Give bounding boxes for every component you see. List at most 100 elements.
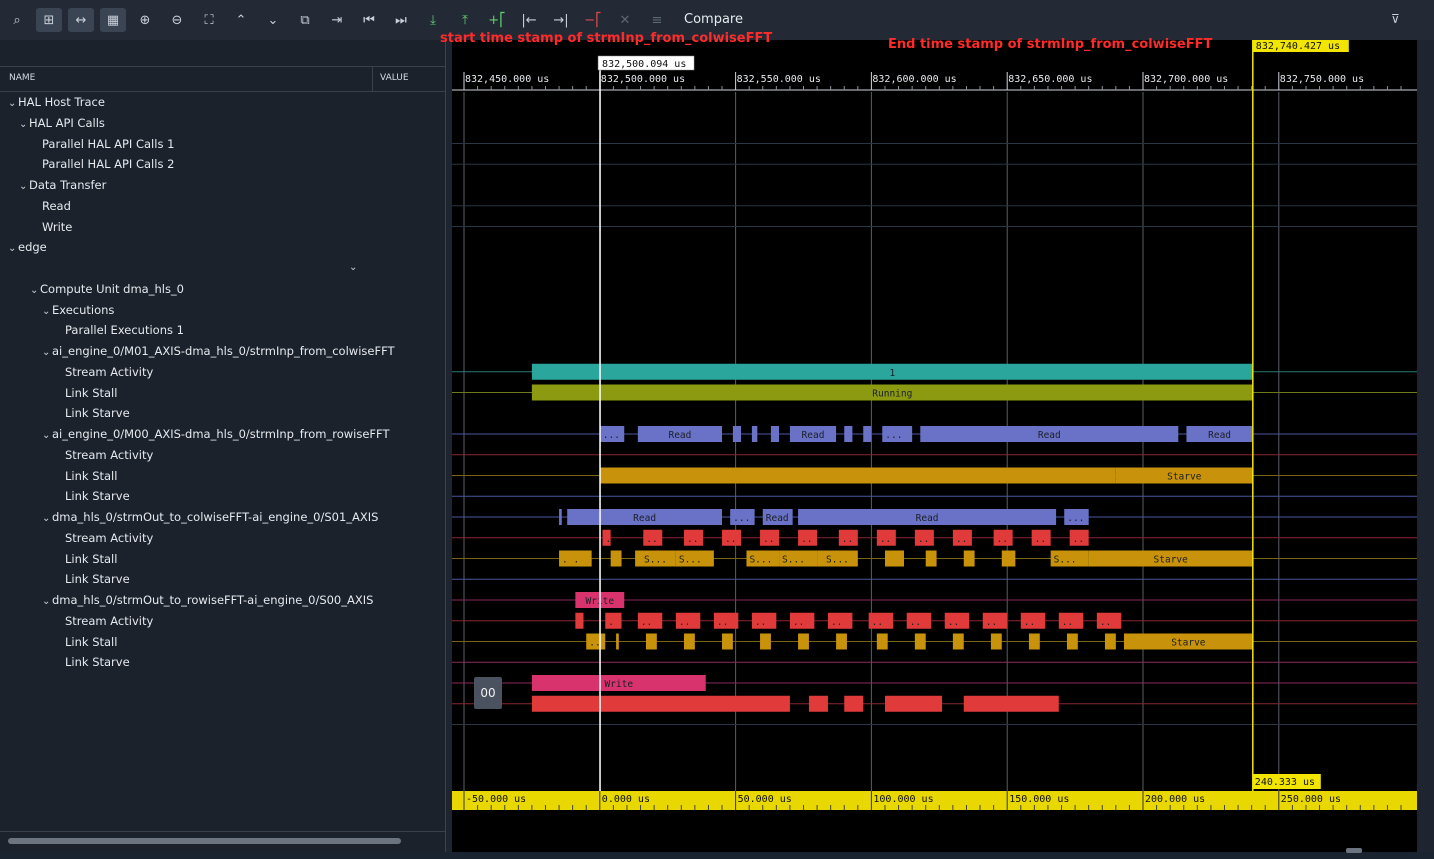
overlay-badge[interactable]: 00 — [474, 677, 502, 709]
tree-row[interactable]: Link Starve — [65, 569, 130, 589]
tree-row[interactable]: Stream Activity — [65, 445, 153, 465]
tree-row[interactable]: Stream Activity — [65, 362, 153, 382]
marker-set-icon[interactable]: ⇥ — [324, 8, 350, 32]
chevron-down-icon[interactable]: ⌄ — [19, 115, 29, 135]
trace-segment[interactable] — [575, 612, 584, 629]
tree-row[interactable]: Parallel HAL API Calls 2 — [42, 154, 174, 174]
chevron-down-icon[interactable]: ⌄ — [42, 509, 52, 529]
trace-segment[interactable] — [722, 633, 733, 650]
marker-prev-icon[interactable]: ⤓ — [420, 8, 446, 32]
value-column-header[interactable]: VALUE — [380, 73, 409, 83]
trace-segment[interactable] — [990, 633, 1002, 650]
waveform-canvas[interactable]: 832,450.000 us 832,500.000 us 832,550.000 … — [452, 40, 1417, 852]
search-icon[interactable]: ⌕ — [4, 8, 30, 32]
waveform-panel[interactable]: 832,450.000 us 832,500.000 us 832,550.000 … — [452, 40, 1417, 852]
trace-segment[interactable] — [610, 550, 622, 567]
grid-icon[interactable]: ▦ — [100, 8, 126, 32]
zoom-fit-icon[interactable]: ⛶ — [196, 8, 222, 32]
trace-segment[interactable] — [1001, 550, 1016, 567]
trace-segment[interactable] — [751, 426, 758, 442]
marker-right-icon[interactable]: →| — [548, 8, 574, 32]
tree-row[interactable]: Link Starve — [65, 403, 130, 423]
tree-row[interactable]: Link Starve — [65, 652, 130, 672]
trace-segment[interactable] — [808, 695, 828, 712]
hierarchy-icon[interactable]: ⊞ — [36, 8, 62, 32]
menu-icon[interactable]: ≡ — [644, 8, 670, 32]
trace-segment[interactable] — [844, 695, 864, 712]
trace-segment[interactable] — [884, 695, 943, 712]
tree-row[interactable]: ⌄ Data Transfer — [19, 175, 106, 195]
tree-row[interactable]: Parallel Executions 1 — [65, 320, 184, 340]
tree-row[interactable]: ⌄ Executions — [42, 300, 114, 320]
go-end-icon[interactable]: ⏭ — [388, 8, 414, 32]
trace-segment[interactable] — [531, 695, 790, 712]
tree-row[interactable]: ⌄ ai_engine_0/M00_AXIS-dma_hls_0/strmInp_… — [42, 424, 389, 444]
trace-segment[interactable] — [599, 467, 1116, 484]
zoom-in-icon[interactable]: ⊕ — [132, 8, 158, 32]
trace-segment[interactable] — [925, 550, 937, 567]
tree-row[interactable]: ⌄ Compute Unit dma_hls_0 — [30, 279, 184, 299]
tree-row[interactable]: ⌄ HAL API Calls — [19, 113, 105, 133]
tree-row[interactable]: Parallel HAL API Calls 1 — [42, 134, 174, 154]
tree-row[interactable]: ⌄ edge — [8, 237, 47, 257]
chevron-down-icon[interactable]: ⌄ — [8, 94, 18, 114]
trace-segment[interactable] — [952, 633, 964, 650]
chevron-down-icon[interactable]: ⌄ — [19, 177, 29, 197]
chevron-down-icon[interactable]: ⌄ — [42, 302, 52, 322]
tree-row[interactable]: Link Stall — [65, 549, 117, 569]
marker-next-icon[interactable]: ⤒ — [452, 8, 478, 32]
add-marker-icon[interactable]: +⎡ — [484, 8, 510, 32]
go-start-icon[interactable]: ⏮ — [356, 8, 382, 32]
trace-segment[interactable] — [1066, 633, 1078, 650]
trace-segment[interactable] — [836, 633, 847, 650]
trace-segment[interactable] — [863, 426, 872, 442]
trace-segment[interactable] — [884, 550, 904, 567]
trace-segment[interactable] — [645, 633, 657, 650]
tree-row[interactable]: Link Stall — [65, 632, 117, 652]
tree-row[interactable]: Stream Activity — [65, 528, 153, 548]
bottom-scroll-thumb[interactable] — [1346, 848, 1362, 853]
trace-segment[interactable] — [559, 509, 562, 525]
collapse-down-icon[interactable]: ⌄ — [260, 8, 286, 32]
tree-row[interactable]: Link Starve — [65, 486, 130, 506]
tree-row[interactable]: Stream Activity — [65, 611, 153, 631]
chevron-down-icon[interactable]: ⌄ — [42, 426, 52, 446]
name-column-header[interactable]: NAME — [9, 73, 35, 83]
tree-row[interactable]: ⌄ dma_hls_0/strmOut_to_colwiseFFT-ai_engi… — [42, 507, 378, 527]
marker-left-icon[interactable]: |← — [516, 8, 542, 32]
zoom-out-icon[interactable]: ⊖ — [164, 8, 190, 32]
trace-segment[interactable] — [770, 426, 780, 442]
chevron-down-icon[interactable]: ⌄ — [42, 592, 52, 612]
tree-row[interactable]: ⌄ dma_hls_0/strmOut_to_rowiseFFT-ai_engin… — [42, 590, 373, 610]
remove-marker-icon[interactable]: −⎡ — [580, 8, 606, 32]
chevron-down-icon[interactable]: ⌄ — [30, 281, 40, 301]
trace-segment[interactable] — [1104, 633, 1116, 650]
chevron-down-icon[interactable]: ⌄ — [42, 343, 52, 363]
trace-segment[interactable] — [1028, 633, 1040, 650]
tree-row[interactable]: Link Stall — [65, 466, 117, 486]
trace-segment[interactable] — [876, 633, 888, 650]
trace-segment[interactable] — [732, 426, 742, 442]
fit-width-icon[interactable]: ↔ — [68, 8, 94, 32]
trace-segment[interactable] — [683, 633, 695, 650]
trace-segment[interactable] — [844, 426, 853, 442]
filter-icon[interactable]: ⊽ — [1391, 12, 1400, 26]
chevron-down-icon[interactable]: ⌄ — [349, 262, 357, 273]
relative-ruler[interactable] — [452, 791, 1417, 810]
tree-row[interactable]: Write — [42, 217, 72, 237]
column-separator[interactable] — [372, 67, 373, 91]
chevron-down-icon[interactable]: ⌄ — [8, 239, 18, 259]
compare-icon[interactable]: ⧉ — [292, 8, 318, 32]
trace-segment[interactable] — [616, 633, 619, 650]
tree-row[interactable]: Read — [42, 196, 71, 216]
trace-segment[interactable] — [798, 633, 809, 650]
trace-segment[interactable] — [963, 550, 975, 567]
tree-row[interactable]: ⌄ ai_engine_0/M01_AXIS-dma_hls_0/strmInp_… — [42, 341, 395, 361]
trace-segment[interactable] — [760, 633, 771, 650]
trace-segment[interactable] — [914, 633, 926, 650]
tree-row[interactable]: ⌄ HAL Host Trace — [8, 92, 105, 112]
trace-segment[interactable] — [963, 695, 1059, 712]
compare-label[interactable]: Compare — [684, 12, 743, 27]
tree-row[interactable]: Link Stall — [65, 383, 117, 403]
horizontal-scrollbar[interactable] — [8, 838, 401, 844]
